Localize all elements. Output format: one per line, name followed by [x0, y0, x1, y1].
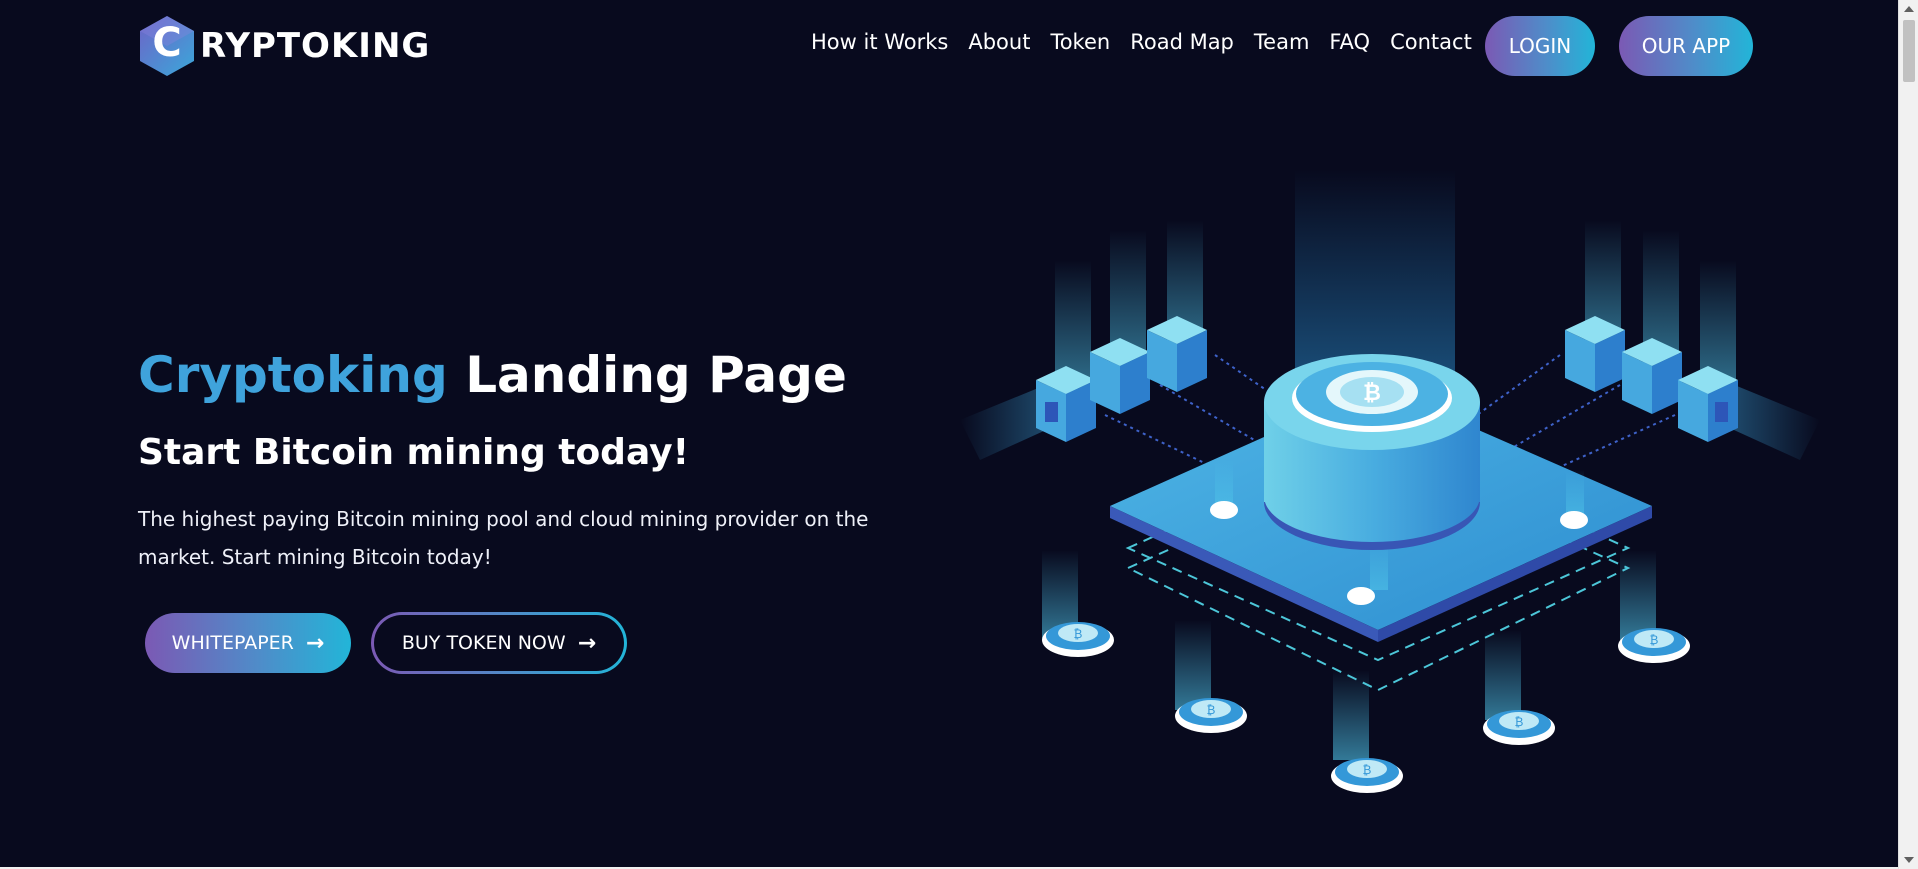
- whitepaper-button[interactable]: WHITEPAPER →: [145, 613, 351, 673]
- bitcoin-icon: ₿: [1363, 381, 1381, 406]
- cube-left-1: [1036, 366, 1096, 442]
- main-nav: How it Works About Token Road Map Team F…: [811, 30, 1492, 54]
- bitcoin-icon: ₿: [1515, 715, 1524, 729]
- vertical-scrollbar[interactable]: [1898, 0, 1918, 869]
- brand-name: RYPTOKING: [200, 26, 431, 66]
- coin-3: ₿: [1331, 670, 1403, 793]
- cube-right-3: [1678, 366, 1738, 442]
- buy-token-button[interactable]: BUY TOKEN NOW →: [371, 612, 627, 674]
- brand-logo[interactable]: C RYPTOKING: [138, 14, 430, 78]
- coin-2: ₿: [1175, 620, 1247, 733]
- login-button[interactable]: LOGIN: [1485, 16, 1595, 76]
- logo-hexagon-icon: C: [138, 14, 196, 78]
- cube-right-2: [1622, 338, 1682, 414]
- hero-subtitle: Start Bitcoin mining today!: [138, 432, 690, 473]
- hero-description: The highest paying Bitcoin mining pool a…: [138, 507, 869, 569]
- scroll-down-icon[interactable]: [1904, 857, 1914, 863]
- cube-right-1: [1565, 316, 1625, 392]
- page-viewport: C RYPTOKING How it Works About Token Roa…: [0, 0, 1898, 867]
- cube-left-3: [1147, 316, 1207, 392]
- coin-1: ₿: [1042, 550, 1114, 657]
- arrow-right-icon: →: [305, 630, 325, 656]
- buy-token-inner: BUY TOKEN NOW →: [374, 615, 624, 671]
- bitcoin-icon: ₿: [1074, 627, 1083, 641]
- arrow-right-icon: →: [577, 630, 597, 656]
- nav-about[interactable]: About: [968, 30, 1030, 54]
- mining-illustration: ₿ ₿ ₿ ₿ ₿ ₿: [960, 170, 1820, 793]
- bitcoin-icon: ₿: [1363, 763, 1372, 777]
- nav-how-it-works[interactable]: How it Works: [811, 30, 948, 54]
- nav-faq[interactable]: FAQ: [1329, 30, 1370, 54]
- our-app-button[interactable]: OUR APP: [1619, 16, 1753, 76]
- bitcoin-icon: ₿: [1650, 633, 1659, 647]
- buy-token-label: BUY TOKEN NOW: [401, 632, 566, 654]
- bitcoin-icon: ₿: [1207, 703, 1216, 717]
- coin-4: ₿: [1483, 630, 1555, 745]
- hero-title: Cryptoking Landing Page: [138, 346, 847, 404]
- scroll-thumb[interactable]: [1903, 20, 1915, 82]
- logo-letter: C: [152, 20, 182, 66]
- whitepaper-label: WHITEPAPER: [171, 632, 294, 654]
- scroll-up-icon[interactable]: [1904, 6, 1914, 12]
- nav-contact[interactable]: Contact: [1390, 30, 1472, 54]
- nav-token[interactable]: Token: [1050, 30, 1110, 54]
- nav-road-map[interactable]: Road Map: [1130, 30, 1234, 54]
- cube-left-2: [1090, 338, 1150, 414]
- hero-title-accent: Cryptoking: [138, 346, 448, 404]
- hero-title-rest: Landing Page: [465, 346, 847, 404]
- nav-team[interactable]: Team: [1254, 30, 1310, 54]
- coin-5: ₿: [1618, 550, 1690, 663]
